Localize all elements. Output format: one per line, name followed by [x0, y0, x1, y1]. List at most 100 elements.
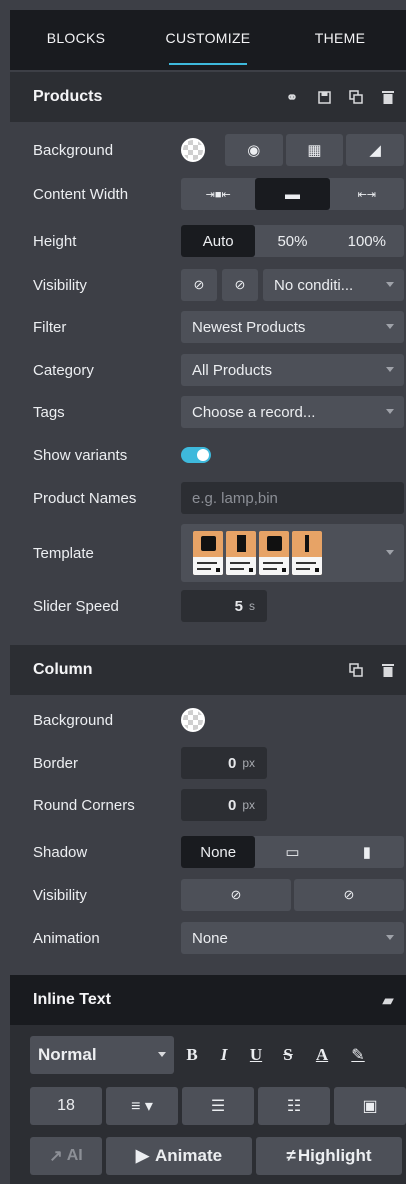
template-label: Template	[33, 544, 94, 562]
tab-theme[interactable]: THEME	[274, 8, 406, 68]
visibility-select[interactable]: No conditi...	[263, 269, 404, 301]
tab-blocks[interactable]: BLOCKS	[10, 8, 142, 68]
delete-icon[interactable]	[372, 658, 404, 682]
highlight-icon: ≠	[286, 1146, 296, 1165]
bullet-list-button[interactable]: ☰	[182, 1087, 254, 1125]
link-icon[interactable]: ⚭	[276, 85, 308, 109]
border-row: Border 0 px	[10, 747, 406, 779]
shadow-none-button[interactable]: None	[181, 836, 256, 868]
tags-row: Tags Choose a record...	[10, 396, 406, 428]
width-regular-button[interactable]: ▬	[255, 178, 330, 210]
hide-desktop-button[interactable]: ⊘	[181, 269, 217, 301]
template-thumb	[259, 531, 289, 575]
desktop-hidden-icon: ⊘	[193, 277, 205, 292]
template-select[interactable]	[181, 524, 404, 582]
section-title: Column	[33, 661, 93, 678]
bg-image-button[interactable]: ◉	[225, 134, 283, 166]
round-corners-input[interactable]: 0 px	[181, 789, 267, 821]
ai-button[interactable]: ↗ AI	[30, 1137, 102, 1175]
shadow-label: Shadow	[33, 843, 88, 861]
background-row: Background ◉ ▦ ◢	[10, 134, 406, 166]
slider-speed-input[interactable]: 5s	[181, 590, 267, 622]
shadow-inset-button[interactable]: ▮	[330, 836, 404, 868]
text-style-value: Normal	[38, 1045, 97, 1064]
show-variants-toggle[interactable]	[181, 447, 211, 463]
save-icon[interactable]	[308, 85, 340, 109]
round-corners-value: 0	[227, 796, 237, 814]
height-auto-button[interactable]: Auto	[181, 225, 256, 257]
height-50-button[interactable]: 50%	[255, 225, 329, 257]
tags-select[interactable]: Choose a record...	[181, 396, 404, 428]
template-thumb	[292, 531, 322, 575]
chevron-down-icon	[386, 550, 394, 555]
shadow-outset-button[interactable]: ▭	[255, 836, 329, 868]
tab-customize[interactable]: CUSTOMIZE	[142, 8, 274, 68]
animation-select[interactable]: None	[181, 922, 404, 954]
border-input[interactable]: 0 px	[181, 747, 267, 779]
desktop-hidden-icon: ⊘	[230, 887, 242, 902]
delete-icon[interactable]	[372, 85, 404, 109]
visibility-label: Visibility	[33, 276, 87, 294]
slider-speed-label: Slider Speed	[33, 597, 119, 615]
product-names-placeholder: e.g. lamp,bin	[192, 489, 278, 507]
bullet-list-icon: ☰	[210, 1098, 226, 1115]
background-label: Background	[33, 141, 114, 159]
align-icon: ≡ ▾	[131, 1098, 153, 1115]
highlight-color-button[interactable]: ✎	[342, 1036, 374, 1074]
shadow-outset-icon: ▭	[285, 844, 300, 861]
bg-video-button[interactable]: ▦	[285, 134, 344, 166]
animation-row: Animation None	[10, 922, 406, 954]
bg-color-swatch[interactable]	[181, 708, 205, 732]
content-width-row: Content Width ⇥■⇤ ▬ ⇤⇥	[10, 178, 406, 210]
round-corners-label: Round Corners	[33, 796, 135, 814]
chevron-down-icon	[386, 409, 394, 414]
bg-color-swatch[interactable]	[181, 134, 221, 166]
category-value: All Products	[192, 361, 273, 379]
inline-text-header: Inline Text ▰	[10, 975, 406, 1025]
width-small-button[interactable]: ⇥■⇤	[181, 178, 255, 210]
bold-button[interactable]: B	[178, 1036, 206, 1074]
filter-select[interactable]: Newest Products	[181, 311, 404, 343]
width-full-button[interactable]: ⇤⇥	[330, 178, 404, 210]
text-style-select[interactable]: Normal	[30, 1036, 174, 1074]
numbered-list-button[interactable]: ☷	[258, 1087, 330, 1125]
animate-label: Animate	[155, 1146, 223, 1165]
height-100-button[interactable]: 100%	[330, 225, 404, 257]
wand-icon: ↗	[49, 1148, 63, 1165]
duplicate-icon[interactable]	[340, 658, 372, 682]
highlight-button[interactable]: ≠ Highlight	[256, 1137, 402, 1175]
font-color-button[interactable]: A	[306, 1036, 338, 1074]
shadow-row: Shadow None ▭ ▮	[10, 836, 406, 868]
ai-label: AI	[66, 1147, 83, 1164]
category-select[interactable]: All Products	[181, 354, 404, 386]
filter-value: Newest Products	[192, 318, 306, 336]
strikethrough-button[interactable]: S	[274, 1036, 302, 1074]
editor-tabs: BLOCKS CUSTOMIZE THEME	[10, 10, 406, 70]
eraser-icon[interactable]: ▰	[372, 988, 404, 1012]
bg-shape-button[interactable]: ◢	[346, 134, 405, 166]
product-names-label: Product Names	[33, 489, 137, 507]
border-unit: px	[242, 756, 255, 770]
hide-mobile-button[interactable]: ⊘	[294, 879, 404, 911]
italic-button[interactable]: I	[210, 1036, 238, 1074]
insert-media-button[interactable]: ▣	[334, 1087, 406, 1125]
duplicate-icon[interactable]	[340, 85, 372, 109]
mobile-hidden-icon: ⊘	[234, 277, 246, 292]
background-label: Background	[33, 711, 114, 729]
mobile-hidden-icon: ⊘	[343, 887, 355, 902]
media-icon: ▣	[362, 1098, 378, 1115]
animate-button[interactable]: ▶ Animate	[106, 1137, 252, 1175]
tags-placeholder: Choose a record...	[192, 403, 316, 421]
underline-button[interactable]: U	[242, 1036, 270, 1074]
hide-desktop-button[interactable]: ⊘	[181, 879, 291, 911]
column-section: Column Background Border 0 px Round Corne…	[10, 645, 406, 970]
products-section: Products ⚭ Background ◉ ▦ ◢ Content Widt…	[10, 72, 406, 642]
column-background-row: Background	[10, 704, 406, 736]
product-names-input[interactable]: e.g. lamp,bin	[181, 482, 404, 514]
hide-mobile-button[interactable]: ⊘	[222, 269, 258, 301]
animation-value: None	[192, 929, 228, 947]
tags-label: Tags	[33, 403, 65, 421]
align-select[interactable]: ≡ ▾	[106, 1087, 178, 1125]
content-width-label: Content Width	[33, 185, 129, 203]
font-size-button[interactable]: 18	[30, 1087, 102, 1125]
